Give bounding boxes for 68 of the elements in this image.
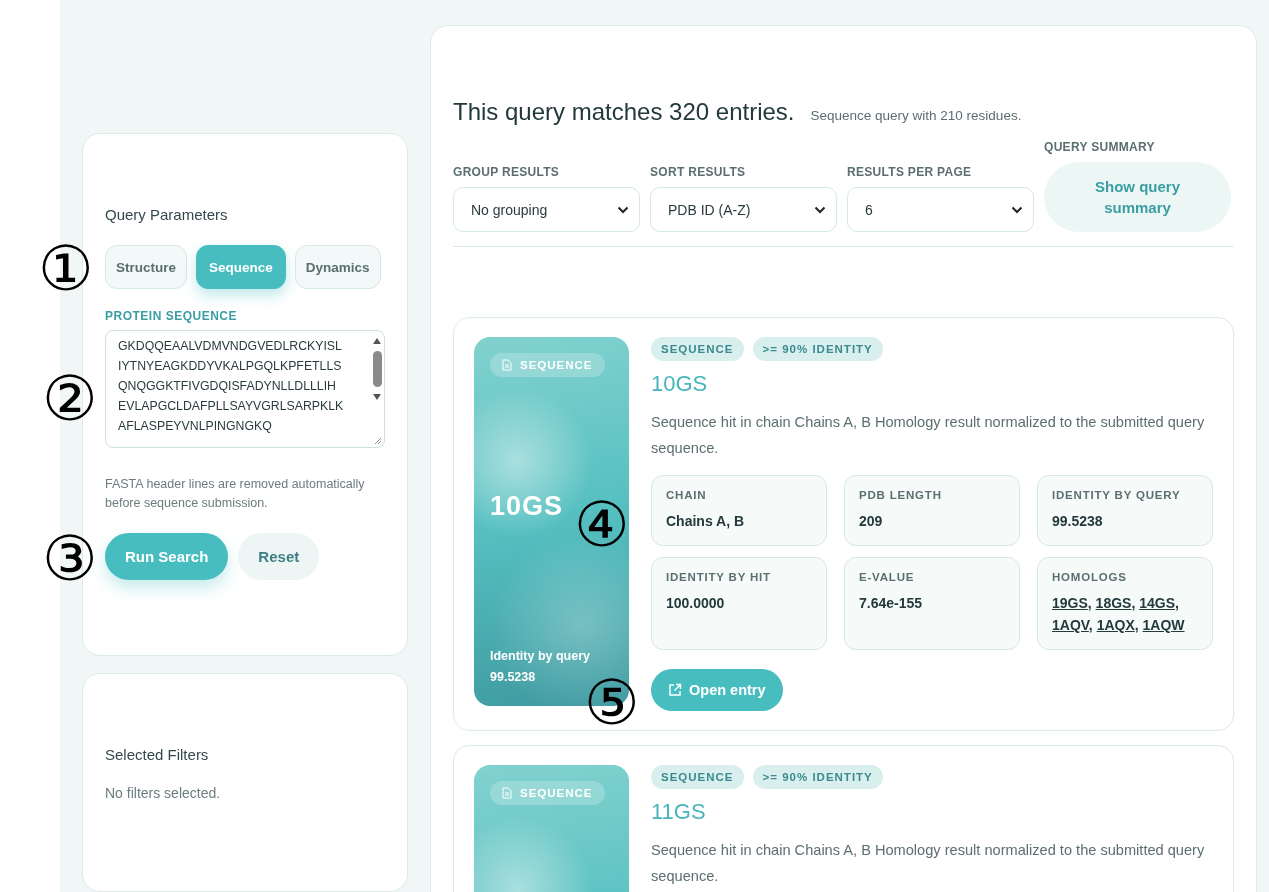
reset-button[interactable]: Reset: [238, 533, 320, 580]
select-field[interactable]: PDB ID (A-Z): [650, 187, 837, 232]
document-icon: [502, 359, 512, 371]
sequence-line: QNQGGKTFIVGDQISFADYNLLDLLLIH: [118, 378, 337, 395]
scroll-up-icon[interactable]: [372, 337, 382, 345]
chevron-down-icon: [814, 205, 826, 214]
tag: SEQUENCE: [651, 337, 744, 361]
mode-tab[interactable]: Structure: [105, 245, 187, 289]
annotation-marker: ①: [38, 238, 94, 300]
art-caption: Identity by query: [490, 648, 591, 665]
badge-text: SEQUENCE: [520, 787, 593, 799]
separator: ,: [1131, 595, 1136, 611]
control-label: RESULTS PER PAGE: [847, 165, 973, 179]
select-field[interactable]: No grouping: [453, 187, 640, 232]
stat-value: Chains A, B: [666, 512, 746, 531]
empty-text: No filters selected.: [105, 785, 222, 802]
panel-title: Query Parameters: [105, 206, 229, 223]
stat-label: E-VALUE: [859, 571, 916, 583]
stat-label: PDB LENGTH: [859, 489, 943, 501]
homolog-link[interactable]: 14GS: [1139, 595, 1175, 611]
homolog-link[interactable]: 18GS: [1095, 595, 1132, 611]
stat-label: IDENTITY BY QUERY: [1052, 489, 1182, 501]
document-icon: [502, 787, 512, 799]
stat-label: HOMOLOGS: [1052, 571, 1128, 583]
external-link-icon: [668, 683, 682, 697]
badge-text: SEQUENCE: [520, 359, 593, 371]
resize-grip-icon[interactable]: [372, 435, 382, 445]
stat-value: 209: [859, 512, 884, 531]
tag: SEQUENCE: [651, 765, 744, 789]
stat-value: 100.0000: [666, 594, 726, 613]
control-label: QUERY SUMMARY: [1044, 140, 1156, 154]
scroll-down-icon[interactable]: [372, 393, 382, 401]
panel-title: Selected Filters: [105, 746, 210, 764]
stat-label: IDENTITY BY HIT: [666, 571, 772, 583]
select-field[interactable]: 6: [847, 187, 1034, 232]
separator: ,: [1087, 595, 1092, 611]
sequence-field[interactable]: GKDQQEAALVDMVNDGVEDLRCKYISL IYTNYEAGKDDYVKALPGQLKPFETLLS QNQGGKTFIVGDQISFADYNLLDLLLIH EVLAPGCLDAFPLLSAYVGRLSARPKLK AFLASPEYVNLPINGNGKQ: [105, 330, 385, 448]
chevron-down-icon: [1011, 205, 1023, 214]
control-label: SORT RESULTS: [650, 165, 747, 179]
sequence-line: IYTNYEAGKDDYVKALPGQLKPFETLLS: [118, 358, 343, 375]
tag: >= 90% IDENTITY: [752, 337, 883, 361]
separator: ,: [1134, 617, 1139, 633]
entry-description: Sequence hit in chain Chains A, B Homology result normalized to the submitted query sequence.: [651, 413, 1206, 458]
hint-text: FASTA header lines are removed automatically before sequence submission.: [105, 476, 366, 512]
chevron-down-icon: [617, 205, 629, 214]
sequence-line: GKDQQEAALVDMVNDGVEDLRCKYISL: [118, 338, 343, 355]
mode-tab[interactable]: Dynamics: [294, 245, 381, 289]
homolog-link[interactable]: 1AQX: [1096, 617, 1135, 633]
results-headline: This query matches 320 entries.: [453, 98, 795, 126]
field-label: PROTEIN SEQUENCE: [105, 309, 239, 323]
art-value: 99.5238: [490, 669, 537, 686]
homolog-link[interactable]: 1AQW: [1142, 617, 1185, 633]
tag: >= 90% IDENTITY: [752, 765, 883, 789]
homolog-link[interactable]: 1AQV: [1052, 617, 1089, 633]
stat-value: 99.5238: [1052, 512, 1104, 531]
art-title: 10GS: [490, 491, 564, 522]
sequence-line: AFLASPEYVNLPINGNGKQ: [118, 418, 273, 435]
stat-value: 7.64e-155: [859, 594, 924, 613]
annotation-marker: ②: [42, 368, 98, 430]
results-subline: Sequence query with 210 residues.: [810, 108, 1022, 123]
control-label: GROUP RESULTS: [453, 165, 561, 179]
annotation-marker: ③: [42, 528, 98, 590]
annotation-marker: ④: [574, 494, 630, 556]
sequence-line: EVLAPGCLDAFPLLSAYVGRLSARPKLK: [118, 398, 345, 415]
homolog-link[interactable]: 19GS: [1052, 595, 1088, 611]
stat-label: CHAIN: [666, 489, 708, 501]
separator: ,: [1175, 595, 1179, 611]
entry-description: Sequence hit in chain Chains A, B Homology result normalized to the submitted query sequence.: [651, 841, 1206, 886]
